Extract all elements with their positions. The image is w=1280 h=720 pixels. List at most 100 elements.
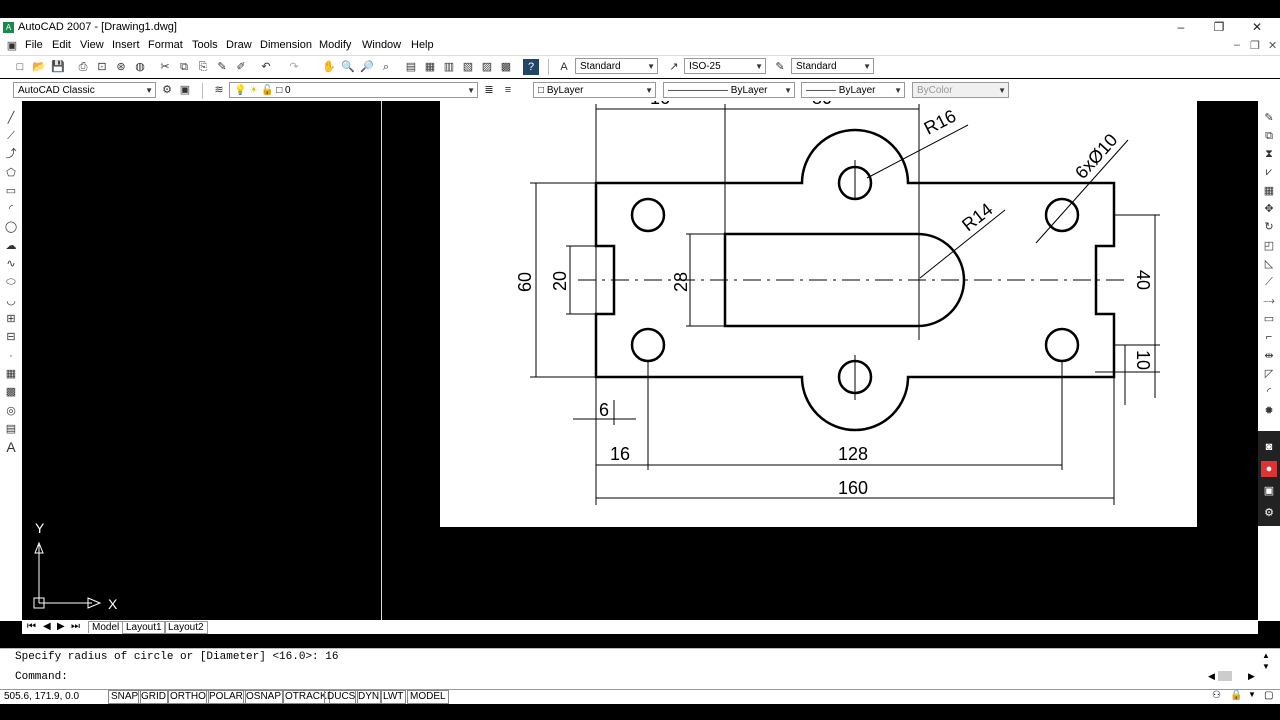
open-icon[interactable]: 📂	[31, 59, 47, 75]
break-at-point-icon[interactable]: ▭	[1261, 311, 1277, 327]
ellipse-icon[interactable]: ⬭	[3, 274, 19, 290]
scroll-right-icon[interactable]: ▶	[1248, 671, 1255, 682]
otrack-toggle[interactable]: OTRACK	[282, 690, 330, 704]
stretch-icon[interactable]: ◺	[1261, 256, 1277, 272]
new-icon[interactable]: □	[12, 59, 28, 75]
menu-insert[interactable]: Insert	[112, 39, 140, 51]
polygon-icon[interactable]: ⬠	[3, 165, 19, 181]
redo-icon[interactable]: ↷	[286, 59, 302, 75]
mirror-icon[interactable]: ⧗	[1261, 146, 1277, 162]
save-icon[interactable]: 💾	[50, 59, 66, 75]
linetype-select[interactable]: —————— ByLayer ▼	[663, 82, 795, 98]
paste-icon[interactable]: ⎘	[195, 59, 211, 75]
rotate-icon[interactable]: ↻	[1261, 219, 1277, 235]
tab-prev-icon[interactable]: ◀	[40, 621, 54, 632]
region-icon[interactable]: ◎	[3, 403, 19, 419]
doc-minimize-icon[interactable]: –	[1234, 39, 1240, 51]
revision-cloud-icon[interactable]: ☁	[3, 238, 19, 254]
break-icon[interactable]: ⌐	[1261, 329, 1277, 345]
multiline-text-icon[interactable]: A	[3, 439, 19, 455]
tab-layout1[interactable]: Layout1	[122, 621, 166, 634]
menu-view[interactable]: View	[80, 39, 104, 51]
menu-file[interactable]: File	[25, 39, 43, 51]
insert-block-icon[interactable]: ⊞	[3, 311, 19, 327]
tab-last-icon[interactable]: ⏭	[68, 621, 83, 632]
menu-modify[interactable]: Modify	[319, 39, 351, 51]
table-style-select[interactable]: Standard ▼	[791, 58, 874, 74]
osnap-toggle[interactable]: OSNAP	[243, 690, 285, 704]
make-object-layer-current-icon[interactable]: ≣	[481, 82, 497, 98]
zoom-realtime-icon[interactable]: 🔍	[340, 59, 356, 75]
table-style-icon[interactable]: ✎	[772, 59, 788, 75]
properties-icon[interactable]: ▤	[403, 59, 419, 75]
doc-restore-icon[interactable]: ❐	[1250, 39, 1260, 52]
status-menu-icon[interactable]: ▼	[1248, 690, 1256, 699]
comm-center-icon[interactable]: ⚇	[1212, 690, 1221, 701]
menu-edit[interactable]: Edit	[52, 39, 71, 51]
pan-icon[interactable]: ✋	[321, 59, 337, 75]
text-style-icon[interactable]: A	[556, 59, 572, 75]
help-icon[interactable]: ?	[523, 59, 539, 75]
menu-help[interactable]: Help	[411, 39, 434, 51]
workspace-settings-icon[interactable]: ⚙	[159, 82, 175, 98]
point-icon[interactable]: ·	[3, 348, 19, 364]
chamfer-icon[interactable]: ◸	[1261, 366, 1277, 382]
dim-style-icon[interactable]: ↗	[666, 59, 682, 75]
close-icon[interactable]: ✕	[1246, 19, 1268, 35]
layer-manager-icon[interactable]: ≋	[211, 82, 227, 98]
join-icon[interactable]: ⇹	[1261, 348, 1277, 364]
command-prompt[interactable]: Command:	[15, 671, 68, 683]
calculator-icon[interactable]: ▩	[498, 59, 514, 75]
layer-previous-icon[interactable]: ≡	[500, 82, 516, 98]
menu-draw[interactable]: Draw	[226, 39, 252, 51]
camera-icon[interactable]: ◙	[1261, 439, 1277, 455]
copy-icon[interactable]: ⧉	[176, 59, 192, 75]
ellipse-arc-icon[interactable]: ◡	[3, 293, 19, 309]
menu-format[interactable]: Format	[148, 39, 183, 51]
document-icon[interactable]: ▣	[4, 38, 20, 54]
gradient-icon[interactable]: ▩	[3, 384, 19, 400]
copy-object-icon[interactable]: ⧉	[1261, 128, 1277, 144]
zoom-previous-icon[interactable]: ⌕	[378, 59, 394, 75]
undo-icon[interactable]: ↶	[258, 59, 274, 75]
minimize-icon[interactable]: –	[1170, 19, 1192, 35]
restore-icon[interactable]: ❐	[1208, 19, 1230, 35]
plot-icon[interactable]: ⎙	[75, 59, 91, 75]
array-icon[interactable]: ▦	[1261, 183, 1277, 199]
doc-close-icon[interactable]: ✕	[1268, 39, 1277, 52]
save-workspace-icon[interactable]: ▣	[177, 82, 193, 98]
erase-icon[interactable]: ✎	[1261, 110, 1277, 126]
scroll-up-icon[interactable]: ▲	[1262, 651, 1270, 660]
tool-palettes-icon[interactable]: ▥	[441, 59, 457, 75]
color-select[interactable]: □ ByLayer ▼	[533, 82, 656, 98]
clean-screen-icon[interactable]: ▢	[1264, 690, 1273, 701]
make-block-icon[interactable]: ⊟	[3, 329, 19, 345]
table-icon[interactable]: ▤	[3, 421, 19, 437]
rectangle-icon[interactable]: ▭	[3, 183, 19, 199]
extend-icon[interactable]: ⤍	[1261, 293, 1277, 309]
menu-window[interactable]: Window	[362, 39, 401, 51]
scroll-left-icon[interactable]: ◀	[1208, 671, 1215, 682]
line-icon[interactable]: ╱	[3, 110, 19, 126]
tab-layout2[interactable]: Layout2	[164, 621, 208, 634]
settings-icon[interactable]: ⚙	[1261, 505, 1277, 521]
circle-icon[interactable]: ◯	[3, 219, 19, 235]
markup-icon[interactable]: ▨	[479, 59, 495, 75]
menu-dimension[interactable]: Dimension	[260, 39, 312, 51]
polyline-icon[interactable]: ⤴	[3, 146, 19, 162]
arc-icon[interactable]: ◜	[3, 201, 19, 217]
spline-icon[interactable]: ∿	[3, 256, 19, 272]
record-icon[interactable]: ●	[1261, 461, 1277, 477]
fillet-icon[interactable]: ◜	[1261, 384, 1277, 400]
layer-select[interactable]: 💡 ☀ 🔓 □ 0 ▼	[229, 82, 478, 98]
workspace-select[interactable]: AutoCAD Classic ▼	[13, 82, 156, 98]
explode-icon[interactable]: ✹	[1261, 403, 1277, 419]
construction-line-icon[interactable]: ⟋	[3, 128, 19, 144]
sheet-set-icon[interactable]: ▧	[460, 59, 476, 75]
tab-next-icon[interactable]: ▶	[54, 621, 68, 632]
zoom-window-icon[interactable]: 🔎	[359, 59, 375, 75]
3d-dwf-icon[interactable]: ◍	[132, 59, 148, 75]
ortho-toggle[interactable]: ORTHO	[167, 690, 209, 704]
dim-style-select[interactable]: ISO-25 ▼	[684, 58, 766, 74]
scale-icon[interactable]: ◰	[1261, 238, 1277, 254]
